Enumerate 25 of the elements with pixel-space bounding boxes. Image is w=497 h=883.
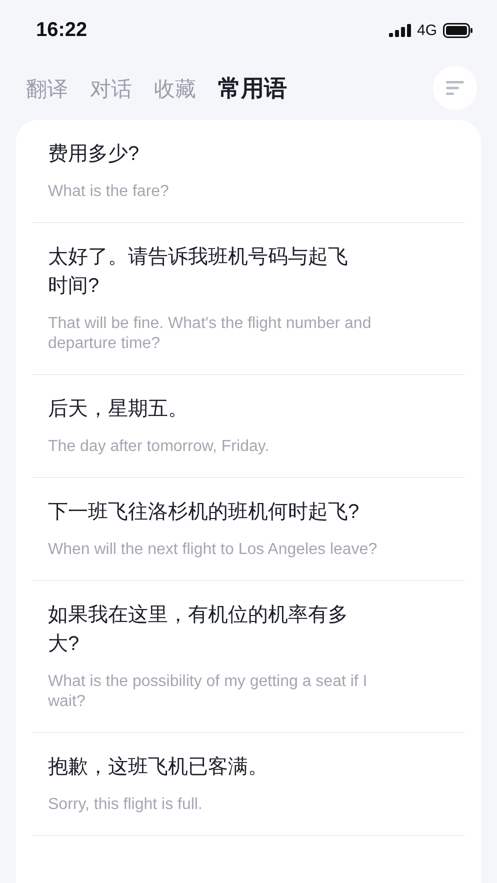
phrase-item[interactable]: 后天，星期五。 The day after tomorrow, Friday. — [32, 375, 465, 478]
chinese-phrase: 抱歉，这班飞机已客满。 — [48, 755, 269, 780]
phrase-item[interactable]: 费用多少? What is the fare? — [32, 120, 465, 223]
menu-icon — [446, 81, 464, 95]
chinese-phrase: 下一班飞往洛杉机的班机何时起飞? — [48, 500, 360, 525]
phrase-item[interactable]: 太好了。请告诉我班机号码与起飞时间? That will be fine. What's the flight number and departure time? — [32, 223, 465, 375]
chinese-phrase: 费用多少? — [48, 142, 140, 167]
english-translation: When will the next flight to Los Angeles leave? — [48, 540, 378, 560]
chinese-phrase: 后天，星期五。 — [48, 397, 189, 422]
phrase-item[interactable]: 抱歉，这班飞机已客满。 Sorry, this flight is full. — [32, 733, 465, 836]
english-translation: What is the possibility of my getting a seat if I wait? — [48, 672, 368, 712]
network-label: 4G — [416, 22, 437, 38]
signal-icon — [388, 24, 411, 36]
english-translation: The day after tomorrow, Friday. — [48, 437, 270, 457]
menu-button[interactable] — [433, 66, 477, 110]
phrase-item[interactable]: 如果我在这里，有机位的机率有多大? What is the possibility of my getting a seat if I wait? — [32, 581, 465, 733]
english-translation: What is the fare? — [48, 182, 170, 202]
status-time: 16:22 — [36, 18, 88, 42]
english-translation: That will be fine. What's the flight number and departure time? — [48, 314, 372, 354]
english-translation: Sorry, this flight is full. — [48, 795, 204, 815]
tab[interactable]: 常用语 — [218, 72, 287, 104]
battery-icon — [443, 22, 473, 38]
chinese-phrase: 太好了。请告诉我班机号码与起飞时间? — [48, 245, 349, 299]
chinese-phrase: 如果我在这里，有机位的机率有多大? — [48, 603, 349, 657]
phrase-item[interactable]: 下一班飞往洛杉机的班机何时起飞? When will the next flight to Los Angeles leave? — [32, 478, 465, 581]
